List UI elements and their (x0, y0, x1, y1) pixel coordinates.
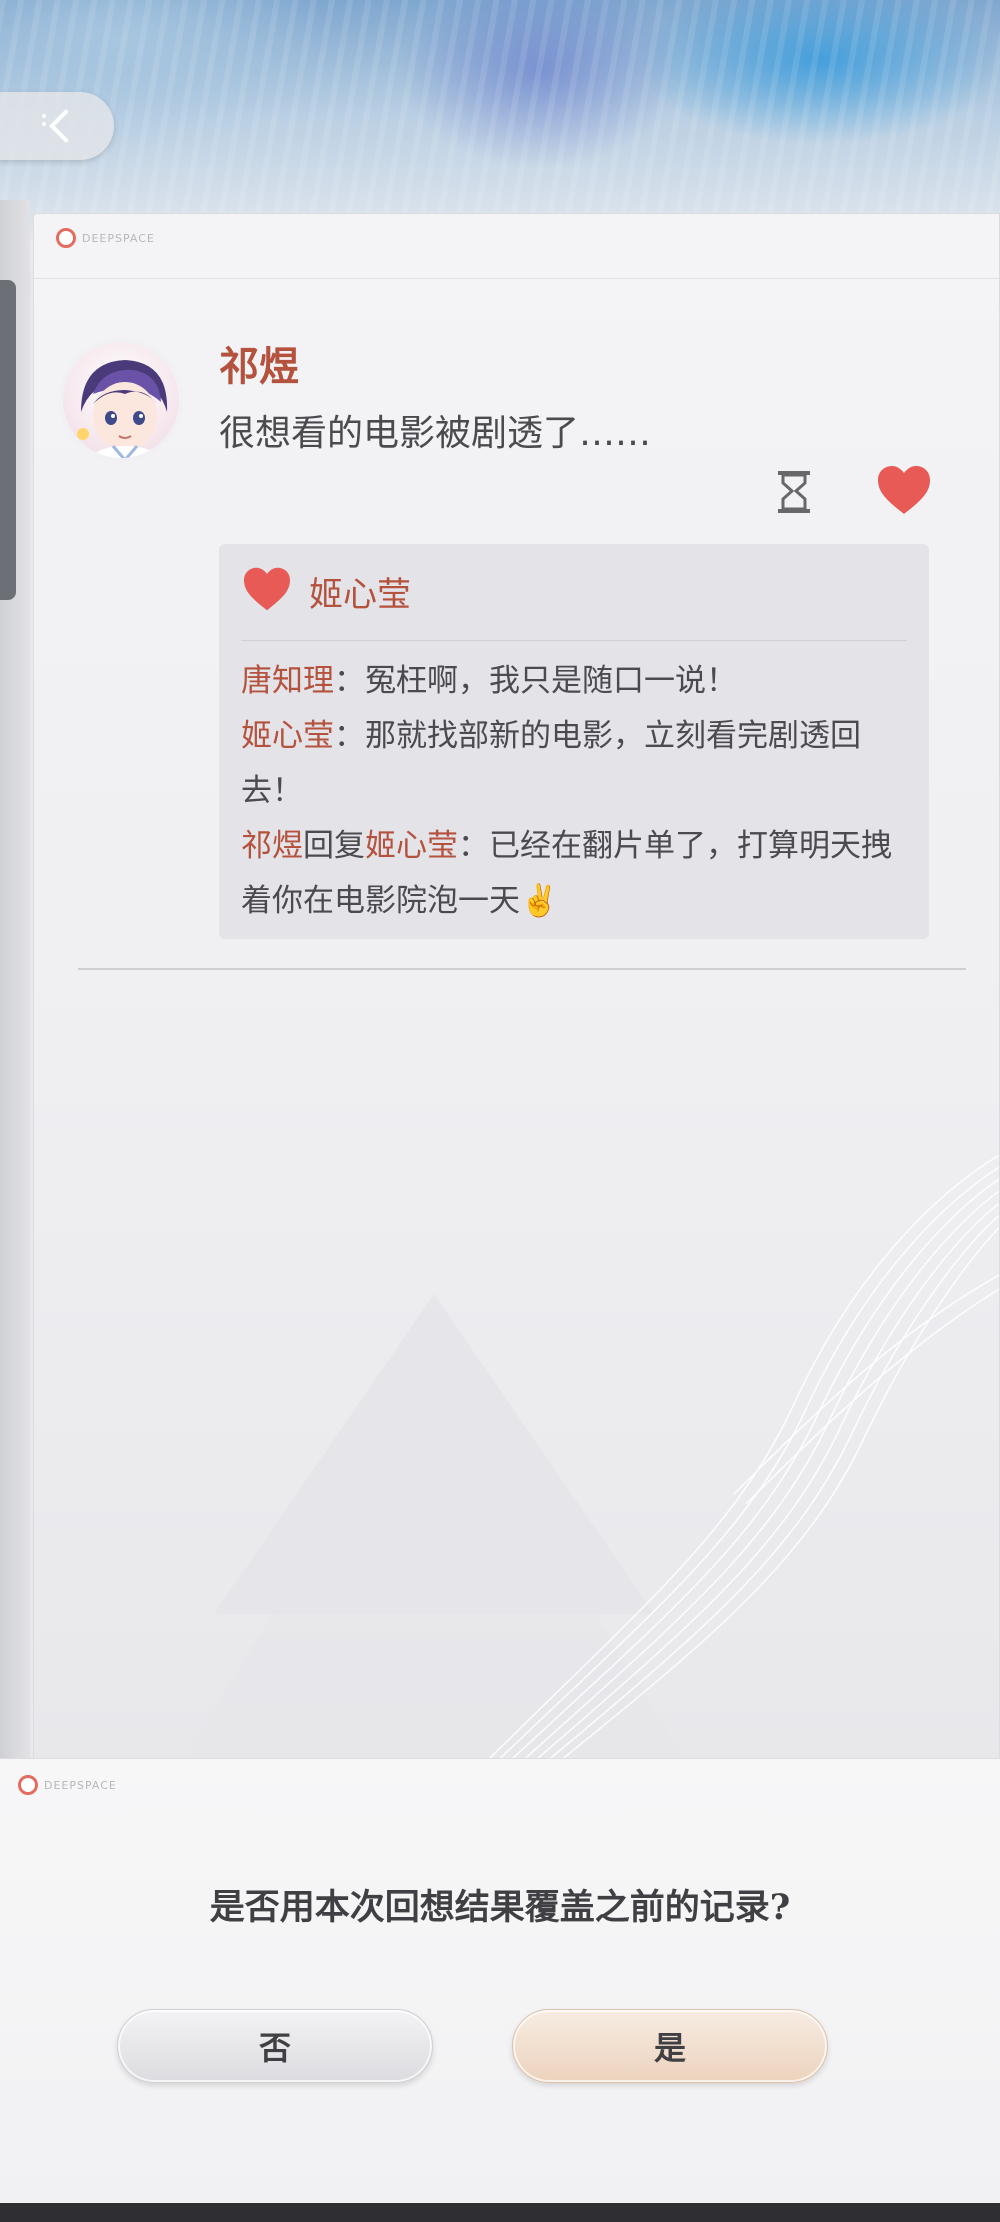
card-divider (78, 968, 966, 970)
moment-card: DEEPSPACE 祁煜 很想看的电影被剧透了…… 姬心莹 唐知理：冤枉啊，我只… (33, 213, 1000, 1773)
post-author[interactable]: 祁煜 (219, 334, 299, 392)
likes-row: 姬心莹 (241, 566, 411, 616)
comment-box: 姬心莹 唐知理：冤枉啊，我只是随口一说！ 姬心莹：那就找部新的电影，立刻看完剧透… (219, 544, 929, 939)
yes-button[interactable]: 是 (512, 2009, 828, 2083)
decorative-waves (175, 1154, 999, 1772)
avatar-illustration (77, 360, 168, 458)
comment-separator: ： (458, 828, 489, 864)
confirm-dialog: DEEPSPACE 是否用本次回想结果覆盖之前的记录? 否 是 (0, 1758, 1000, 2203)
comment-list: 唐知理：冤枉啊，我只是随口一说！ 姬心莹：那就找部新的电影，立刻看完剧透回去！ … (241, 654, 911, 929)
brand-text: DEEPSPACE (82, 231, 155, 245)
avatar[interactable] (59, 338, 183, 462)
comment-text: 冤枉啊，我只是随口一说！ (365, 663, 737, 699)
no-button[interactable]: 否 (117, 2009, 433, 2083)
comment-item: 唐知理：冤枉啊，我只是随口一说！ (241, 654, 911, 709)
scroll-rail[interactable] (0, 280, 16, 600)
comment-author[interactable]: 祁煜 (241, 828, 303, 864)
chevron-left-icon (49, 109, 83, 143)
likes-heart-icon (241, 566, 293, 616)
back-button[interactable] (0, 92, 114, 160)
comment-item: 姬心莹：那就找部新的电影，立刻看完剧透回去！ (241, 709, 911, 819)
comment-reply-target[interactable]: 姬心莹 (365, 828, 458, 864)
brand: DEEPSPACE (56, 228, 155, 248)
post-text: 很想看的电影被剧透了…… (219, 413, 652, 454)
comment-author[interactable]: 姬心莹 (241, 718, 334, 754)
brand-logo-icon (56, 228, 76, 248)
likes-divider (241, 640, 907, 641)
hourglass-icon[interactable] (774, 469, 814, 515)
comment-separator: ： (334, 663, 365, 699)
brand-logo-icon (18, 1775, 38, 1795)
bottom-bar (0, 2203, 1000, 2222)
dots-icon (42, 114, 46, 130)
like-heart-icon[interactable] (876, 464, 932, 516)
comment-separator: ： (334, 718, 365, 754)
comment-reply-word: 回复 (303, 828, 365, 864)
brand-text: DEEPSPACE (44, 1778, 117, 1792)
comment-item: 祁煜回复姬心莹：已经在翻片单了，打算明天拽着你在电影院泡一天✌️ (241, 819, 911, 929)
card-header-rule (34, 278, 999, 279)
dialog-brand: DEEPSPACE (18, 1775, 117, 1795)
dialog-question: 是否用本次回想结果覆盖之前的记录? (209, 1887, 791, 1928)
comment-author[interactable]: 唐知理 (241, 663, 334, 699)
likes-names[interactable]: 姬心莹 (309, 567, 411, 616)
